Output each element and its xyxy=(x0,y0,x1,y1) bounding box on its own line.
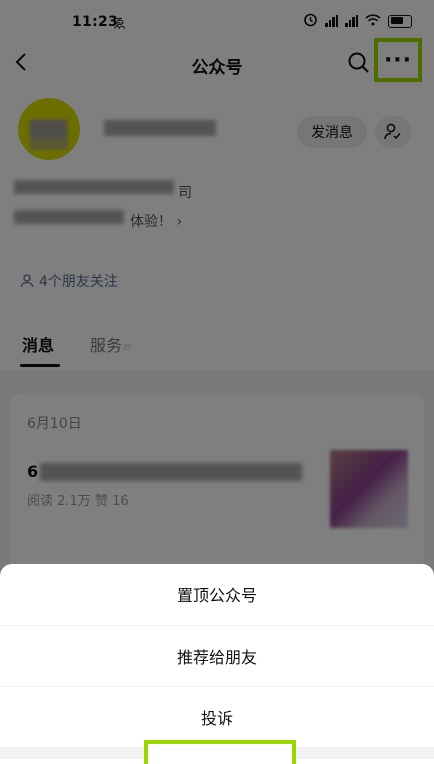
recommend-to-friend-option[interactable]: 推荐给朋友 xyxy=(0,625,434,686)
action-sheet: 置顶公众号 推荐给朋友 投诉 xyxy=(0,564,434,759)
highlighted-option[interactable] xyxy=(144,740,296,764)
official-account-page: 11:23 ゑ 公众号 ··· 发消息 司 xyxy=(0,0,434,764)
report-option[interactable]: 投诉 xyxy=(0,686,434,747)
pin-account-option[interactable]: 置顶公众号 xyxy=(0,564,434,624)
